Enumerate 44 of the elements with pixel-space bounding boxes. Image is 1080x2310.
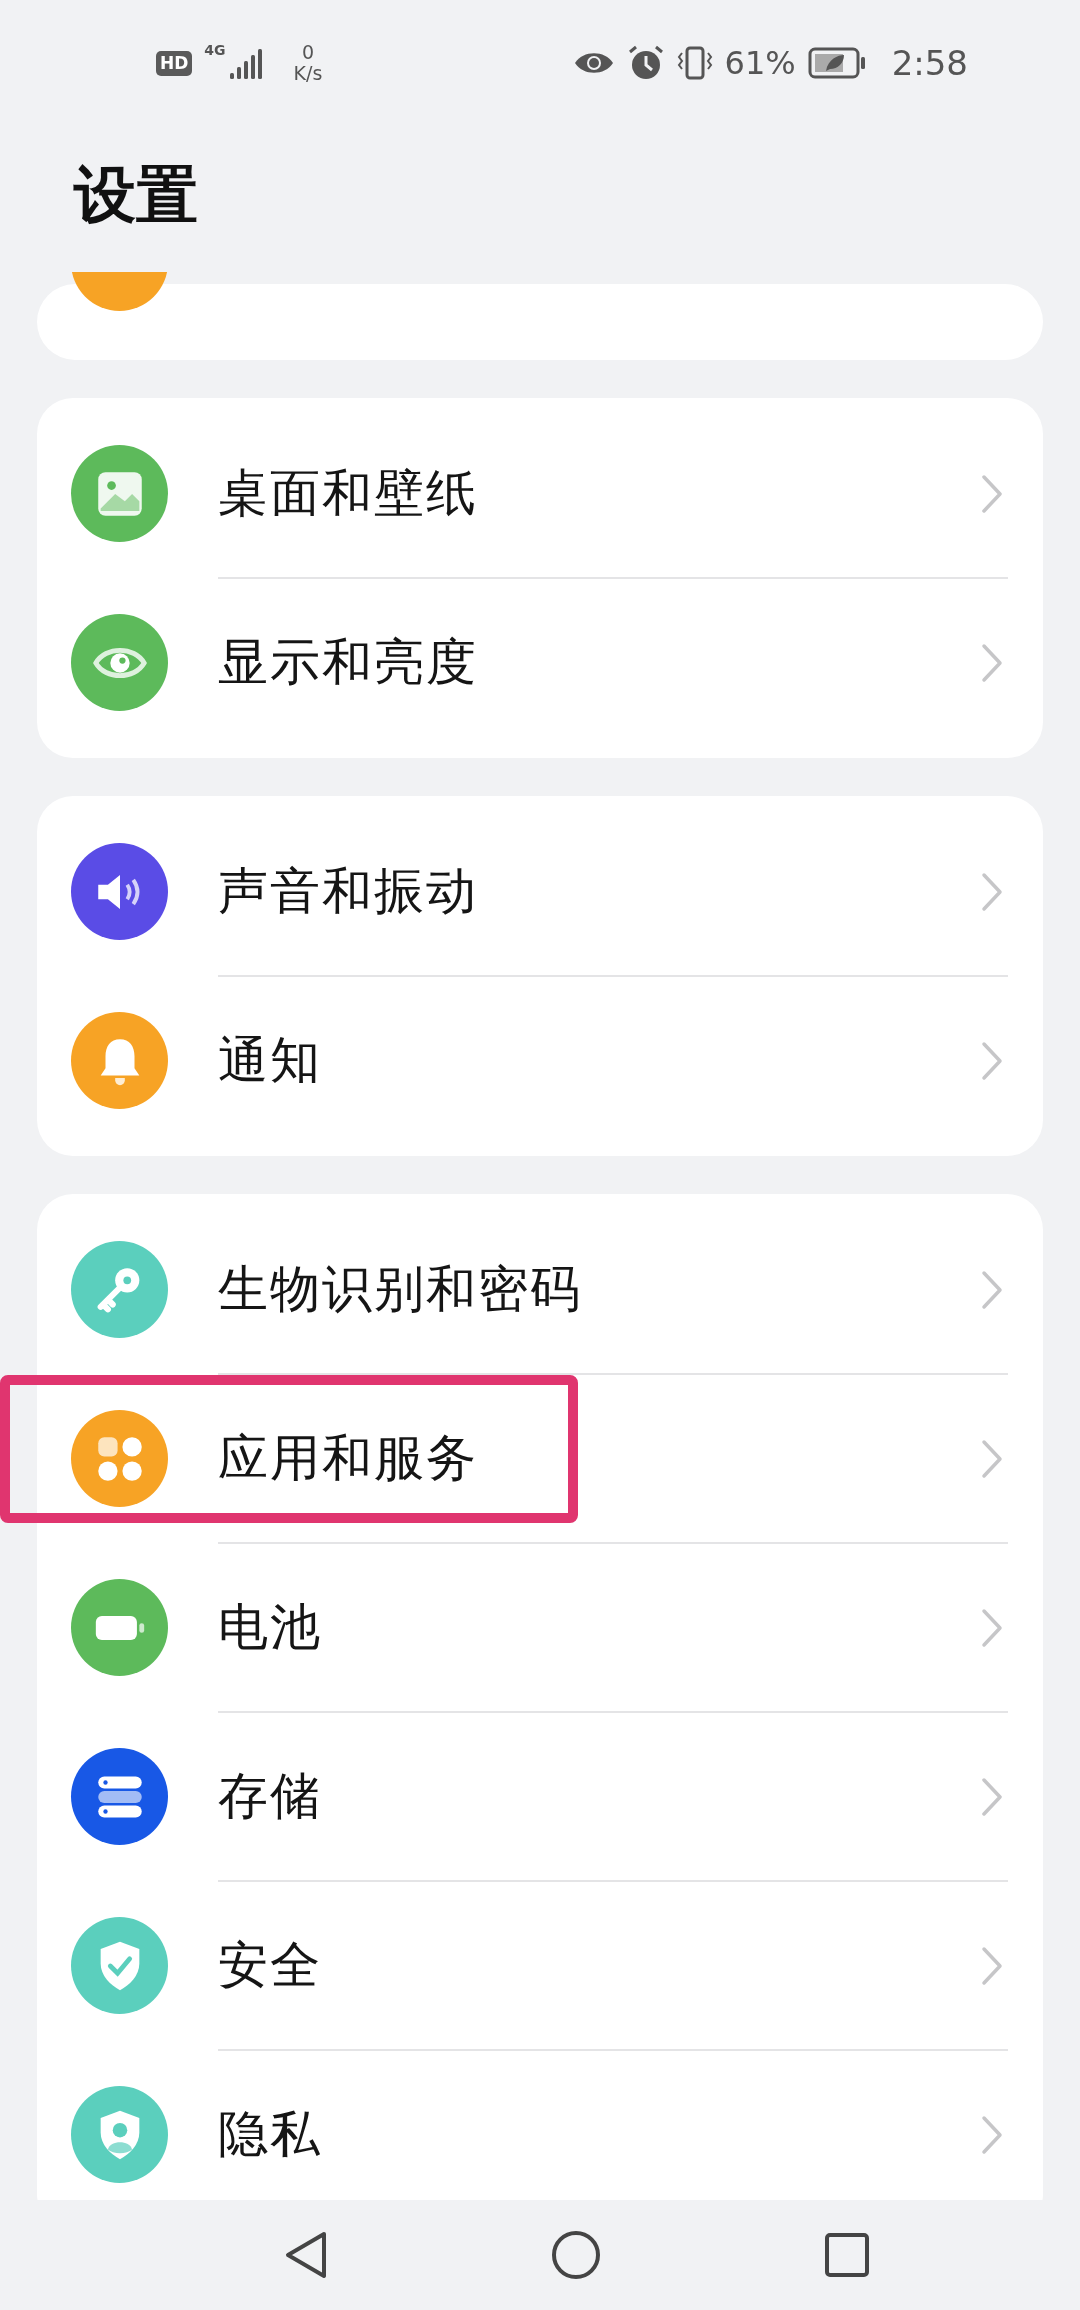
back-icon[interactable]: [284, 2230, 328, 2280]
settings-item[interactable]: 声音和振动: [37, 808, 1043, 975]
page-title: 设置: [74, 158, 199, 233]
settings-item[interactable]: 生物识别和密码: [37, 1206, 1043, 1373]
settings-item[interactable]: 显示和亮度: [37, 579, 1043, 746]
signal-icon: [227, 47, 264, 79]
item-label: 声音和振动: [218, 861, 478, 922]
chevron-right-icon: [981, 871, 1003, 912]
settings-item[interactable]: 隐私: [37, 2051, 1043, 2200]
speed-unit: K/s: [293, 63, 323, 84]
chevron-right-icon: [981, 1438, 1003, 1479]
hd-badge: HD: [156, 50, 193, 76]
chevron-right-icon: [981, 1269, 1003, 1310]
network-type: 4G: [204, 42, 226, 59]
battery-percent: 61%: [724, 44, 796, 82]
chevron-right-icon: [981, 1945, 1003, 1986]
chevron-right-icon: [981, 1040, 1003, 1081]
clock-time: 2:58: [891, 43, 968, 83]
chevron-right-icon: [981, 642, 1003, 683]
settings-item[interactable]: 通知: [37, 977, 1043, 1144]
settings-item[interactable]: 电池: [37, 1544, 1043, 1711]
item-label: 应用和服务: [218, 1428, 478, 1489]
speed-value: 0: [301, 42, 314, 63]
settings-item[interactable]: 桌面和壁纸: [37, 410, 1043, 577]
recent-apps-icon[interactable]: [824, 2232, 870, 2278]
battery-leaf-icon: [807, 47, 866, 79]
item-label: 存储: [218, 1766, 322, 1827]
settings-item[interactable]: 应用和服务: [37, 1375, 1043, 1542]
settings-item[interactable]: 安全: [37, 1882, 1043, 2049]
settings-item[interactable]: 存储: [37, 1713, 1043, 1880]
item-label: 隐私: [218, 2104, 322, 2165]
alarm-clock-icon: [626, 44, 665, 82]
chevron-right-icon: [981, 1776, 1003, 1817]
vibrate-icon: [676, 45, 713, 81]
home-icon[interactable]: [551, 2230, 601, 2280]
item-label: 通知: [218, 1030, 322, 1091]
item-label: 显示和亮度: [218, 632, 478, 693]
item-label: 生物识别和密码: [218, 1259, 582, 1320]
chevron-right-icon: [981, 2114, 1003, 2155]
item-label: 电池: [218, 1597, 322, 1658]
chevron-right-icon: [981, 473, 1003, 514]
item-label: 桌面和壁纸: [218, 463, 478, 524]
item-label: 安全: [218, 1935, 322, 1996]
chevron-right-icon: [981, 1607, 1003, 1648]
